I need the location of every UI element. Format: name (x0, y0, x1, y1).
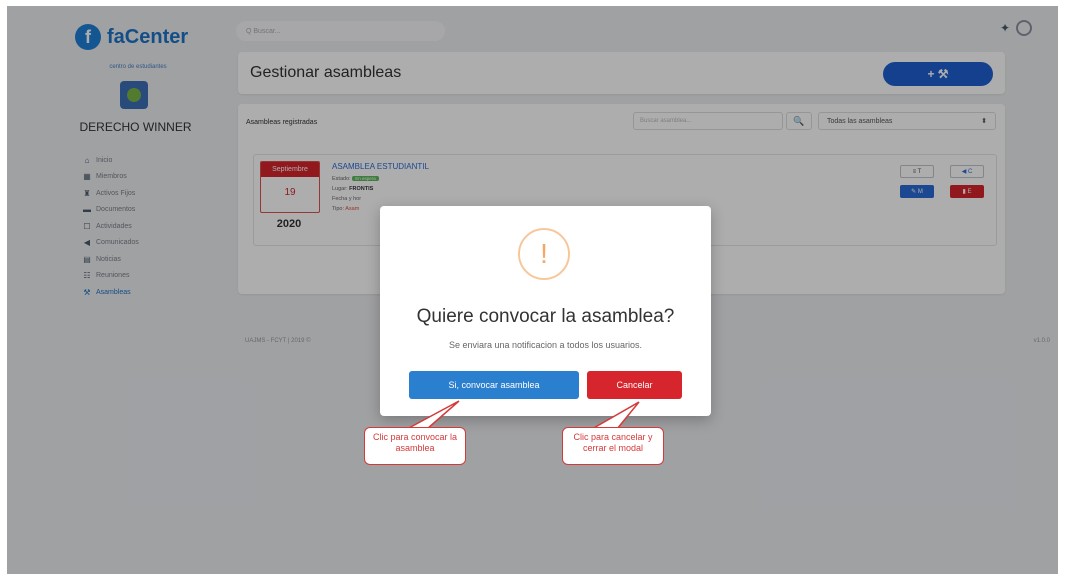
app-window: f faCenter centro de estudiantes DERECHO… (7, 6, 1058, 574)
cancel-callout-pointer (589, 401, 640, 430)
cancel-callout: Clic para cancelar y cerrar el modal (562, 427, 664, 465)
confirm-callout: Clic para convocar la asamblea (364, 427, 466, 465)
callout-pointers (406, 400, 640, 430)
confirm-callout-pointer (406, 400, 460, 430)
